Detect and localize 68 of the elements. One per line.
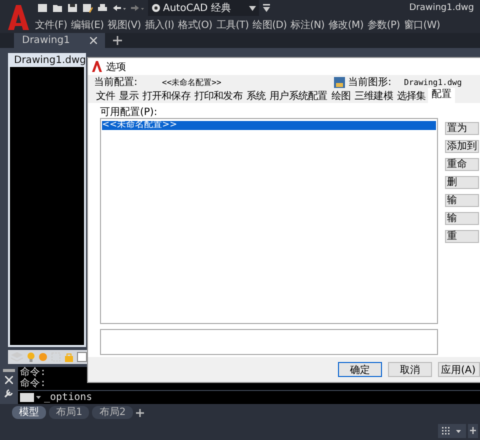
profile-action-button[interactable]: 输 (445, 212, 479, 225)
dialog-button[interactable]: 确定 (338, 362, 382, 377)
profile-action-button[interactable]: 添加到 (445, 140, 479, 153)
close-icon[interactable] (5, 376, 13, 384)
profile-action-button[interactable]: 重命 (445, 158, 479, 171)
grip-icon[interactable] (3, 369, 15, 372)
command-history-line: 命令: (19, 378, 46, 389)
document-tab[interactable]: Drawing1 (14, 33, 105, 48)
grid-icon[interactable] (438, 424, 466, 438)
dialog-tab[interactable]: 打开和保存 (140, 90, 192, 103)
save-icon[interactable] (67, 3, 78, 13)
dialog-tab[interactable]: 文件 (94, 90, 118, 103)
command-history-line: 命令: (19, 367, 46, 378)
dialog-button[interactable]: 取消 (388, 362, 432, 377)
customize-icon[interactable] (263, 4, 270, 12)
menu-item[interactable]: 插入(I) (142, 18, 176, 32)
add-layout-icon[interactable] (136, 408, 144, 416)
profile-action-button[interactable]: 重 (445, 230, 479, 243)
new-file-icon[interactable] (37, 3, 48, 13)
workspace-dropdown[interactable]: AutoCAD 经典 (148, 0, 259, 16)
wrench-icon[interactable] (4, 388, 14, 398)
menu-item[interactable]: 视图(V) (106, 18, 143, 32)
dialog-tab[interactable]: 选择集 (394, 90, 428, 103)
command-prompt-icon[interactable] (20, 393, 42, 402)
dialog-tab[interactable]: 显示 (117, 90, 140, 103)
menu-item[interactable]: 标注(N) (288, 18, 327, 32)
close-icon[interactable] (90, 37, 97, 44)
dialog-button[interactable]: 应用(A) (438, 362, 480, 377)
dialog-tab[interactable]: 三维建模 (352, 90, 395, 103)
current-profile-label: 当前配置: (94, 76, 138, 89)
menu-item[interactable]: 修改(M) (326, 18, 366, 32)
menu-item[interactable]: 工具(T) (214, 18, 251, 32)
layout-tab[interactable]: 布局2 (92, 406, 133, 419)
menu-item[interactable]: 绘图(D) (250, 18, 289, 32)
menu-item[interactable]: 文件(F) (33, 18, 70, 32)
printer-icon[interactable] (97, 3, 108, 13)
app-logo-icon[interactable] (6, 3, 30, 31)
dialog-tab[interactable]: 打印和发布 (192, 90, 244, 103)
profile-action-button[interactable]: 输 (445, 194, 479, 207)
current-drawing-name: Drawing1.dwg (404, 78, 462, 86)
layout-tab[interactable]: 模型 (12, 406, 46, 419)
menu-item[interactable]: 编辑(E) (69, 18, 106, 32)
profile-action-button[interactable]: 置为 (445, 122, 479, 135)
list-label: 可用配置(P): (100, 106, 158, 118)
dialog-tab[interactable]: 绘图 (329, 90, 352, 103)
drawing-file-icon[interactable] (334, 76, 345, 88)
add-tab-icon[interactable] (112, 36, 122, 45)
app-logo-icon[interactable] (92, 61, 102, 72)
layout-tab[interactable]: 布局1 (49, 406, 90, 419)
dialog-title: 选项 (106, 60, 126, 74)
caret-icon[interactable] (249, 6, 256, 10)
menu-item[interactable]: 参数(P) (365, 18, 402, 32)
profile-action-button[interactable]: 删 (445, 176, 479, 189)
color-swatch-icon[interactable] (77, 352, 87, 362)
dialog-tab[interactable]: 用户系统配置 (268, 90, 330, 103)
menu-item[interactable]: 窗口(W) (402, 18, 442, 32)
save-as-icon[interactable] (82, 3, 93, 13)
menu-item[interactable]: 格式(O) (176, 18, 214, 32)
gear-icon[interactable] (151, 3, 161, 13)
dialog-tab[interactable]: 系统 (244, 90, 268, 103)
folder-icon[interactable] (52, 3, 63, 13)
current-drawing-label: 当前图形: (348, 76, 392, 89)
window-title: Drawing1.dwg (409, 3, 474, 13)
dialog-tab[interactable]: 配置 (428, 88, 455, 103)
undo-icon[interactable] (112, 3, 126, 13)
snap-icon[interactable] (468, 424, 478, 438)
drawing-window-title: Drawing1.dwg (14, 54, 86, 66)
current-profile-name: <<未命名配置>> (162, 76, 222, 88)
